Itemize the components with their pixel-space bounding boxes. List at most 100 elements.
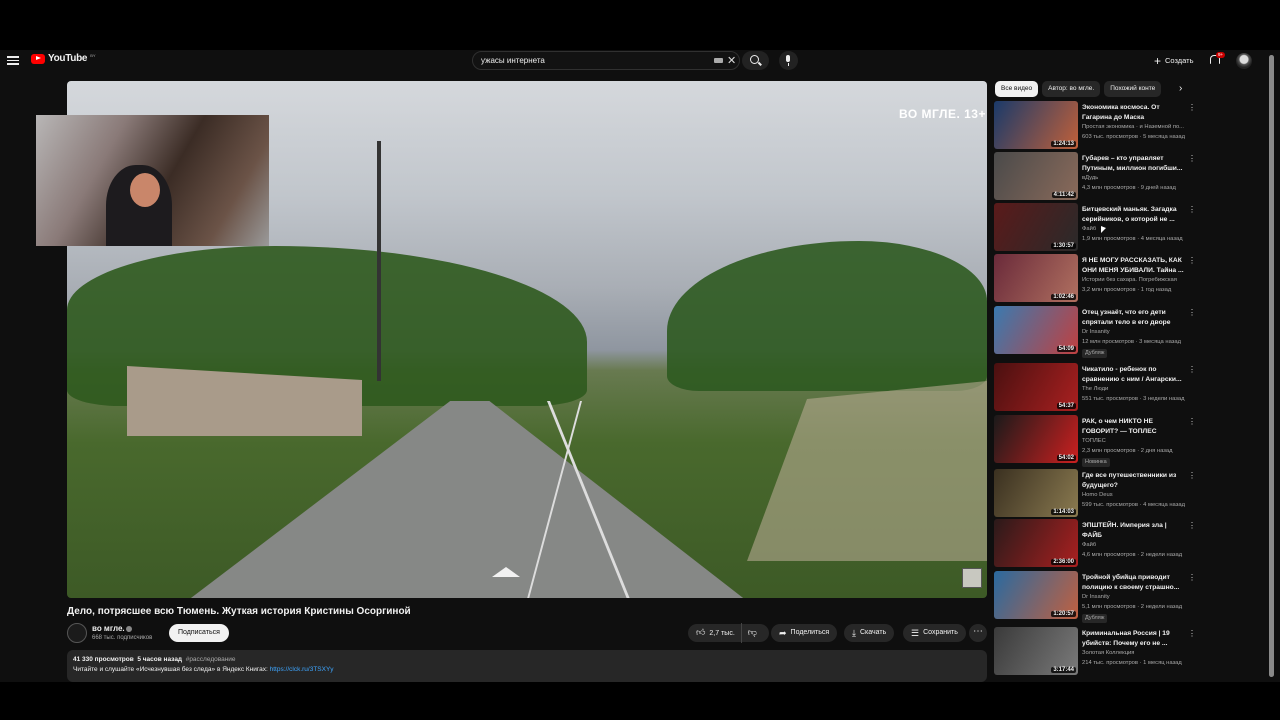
video-title[interactable]: Где все путешественники из будущего? <box>1082 471 1186 491</box>
channel-name[interactable]: Истории без сахара. Погребижская <box>1082 277 1192 283</box>
duration-badge: 2:36:00 <box>1051 559 1076 565</box>
channel-branding-icon[interactable] <box>962 568 982 588</box>
video-thumbnail[interactable]: 3:17:44 <box>994 627 1078 675</box>
video-thumbnail[interactable]: 1:02:46 <box>994 254 1078 302</box>
scrollbar-thumb[interactable] <box>1269 55 1274 677</box>
more-actions-icon[interactable]: ⋯ <box>969 624 987 642</box>
like-button[interactable]: 👍︎ 2,7 тыс. <box>688 623 742 643</box>
like-count: 2,7 тыс. <box>709 630 735 637</box>
channel-name[interactable]: вДудь <box>1082 175 1192 181</box>
channel-name[interactable]: Dr Insanity <box>1082 594 1192 600</box>
recommended-video[interactable]: 1:20:57 Тройной убийца приводит полицию к… <box>994 571 1199 623</box>
recommended-video[interactable]: 2:36:00 ЭПШТЕЙН. Империя зла | ФАЙБ Файб 4,… <box>994 519 1199 567</box>
video-title[interactable]: Криминальная Россия | 19 убийств: Почему… <box>1082 629 1186 649</box>
download-button[interactable]: ⤓ Скачать <box>844 624 895 642</box>
video-thumbnail[interactable]: 1:20:57 <box>994 571 1078 619</box>
chip-similar[interactable]: Похожий конте <box>1104 81 1162 97</box>
video-title[interactable]: Я НЕ МОГУ РАССКАЗАТЬ, КАК ОНИ МЕНЯ УБИВА… <box>1082 256 1186 276</box>
account-avatar[interactable] <box>1236 53 1252 69</box>
description-link[interactable]: https://clck.ru/3TSXYy <box>270 666 334 673</box>
subscribe-button[interactable]: Подписаться <box>169 624 229 642</box>
create-button[interactable]: + Создать <box>1148 52 1200 69</box>
channel-name[interactable]: ТОПЛЕС <box>1082 438 1192 444</box>
recommended-video[interactable]: 1:30:57 Битцевский маньяк. Загадка серийн… <box>994 203 1199 251</box>
kebab-menu-icon[interactable]: ⋮ <box>1188 205 1196 214</box>
video-stats: 1,9 млн просмотров · 4 месяца назад <box>1082 236 1183 242</box>
video-title[interactable]: Тройной убийца приводит полицию к своему… <box>1082 573 1186 593</box>
video-stats: 5,1 млн просмотров · 2 недели назад <box>1082 604 1183 610</box>
channel-name[interactable]: Файб <box>1082 542 1192 548</box>
kebab-menu-icon[interactable]: ⋮ <box>1188 365 1196 374</box>
duration-badge: 1:30:57 <box>1051 243 1076 249</box>
thumbs-up-icon: 👍︎ <box>696 627 706 637</box>
video-badge: Новинка <box>1082 458 1110 467</box>
keyboard-icon[interactable] <box>714 58 723 63</box>
video-thumbnail[interactable]: 54:02 <box>994 415 1078 463</box>
kebab-menu-icon[interactable]: ⋮ <box>1188 521 1196 530</box>
notifications-button[interactable]: 9+ <box>1209 52 1226 66</box>
recommended-video[interactable]: 4:11:42 Губарев – кто управляет Путиным, … <box>994 152 1199 200</box>
recommended-video[interactable]: 54:09 Отец узнаёт, что его дети спрятали … <box>994 306 1199 358</box>
video-thumbnail[interactable]: 54:09 <box>994 306 1078 354</box>
video-title[interactable]: РАК, о чем НИКТО НЕ ГОВОРИТ? — ТОПЛЕС <box>1082 417 1186 437</box>
video-thumbnail[interactable]: 1:14:03 <box>994 469 1078 517</box>
clear-search-icon[interactable]: ✕ <box>727 54 736 67</box>
voice-search-button[interactable] <box>779 51 798 70</box>
recommended-video[interactable]: 1:02:46 Я НЕ МОГУ РАССКАЗАТЬ, КАК ОНИ МЕН… <box>994 254 1199 302</box>
video-title[interactable]: ЭПШТЕЙН. Империя зла | ФАЙБ <box>1082 521 1186 541</box>
chevron-right-icon[interactable]: › <box>1179 83 1182 94</box>
chip-all-videos[interactable]: Все видео <box>995 81 1039 97</box>
chip-author[interactable]: Автор: во мгле. <box>1042 81 1101 97</box>
channel-name[interactable]: Dr Insanity <box>1082 329 1192 335</box>
recommended-video[interactable]: 3:17:44 Криминальная Россия | 19 убийств:… <box>994 627 1199 675</box>
menu-icon[interactable] <box>7 54 19 66</box>
video-thumbnail[interactable]: 4:11:42 <box>994 152 1078 200</box>
save-button[interactable]: ☰ Сохранить <box>903 624 966 642</box>
search-button[interactable] <box>742 51 769 70</box>
create-label: Создать <box>1165 56 1194 65</box>
kebab-menu-icon[interactable]: ⋮ <box>1188 417 1196 426</box>
channel-name[interactable]: Файб <box>1082 226 1192 232</box>
video-title[interactable]: Битцевский маньяк. Загадка серийников, о… <box>1082 205 1186 225</box>
video-thumbnail[interactable]: 1:24:13 <box>994 101 1078 149</box>
kebab-menu-icon[interactable]: ⋮ <box>1188 629 1196 638</box>
video-thumbnail[interactable]: 2:36:00 <box>994 519 1078 567</box>
youtube-logo[interactable]: YouTube BY <box>31 53 96 64</box>
share-button[interactable]: ➦ Поделиться <box>771 624 838 642</box>
search-input[interactable] <box>481 54 701 67</box>
channel-name[interactable]: The Люди <box>1082 386 1192 392</box>
kebab-menu-icon[interactable]: ⋮ <box>1188 471 1196 480</box>
plus-icon: + <box>1154 53 1162 68</box>
recommended-video[interactable]: 1:24:13 Экономика космоса. От Гагарина до… <box>994 101 1199 149</box>
channel-name[interactable]: во мгле. <box>92 624 125 633</box>
channel-name[interactable]: Homo Deus <box>1082 492 1192 498</box>
kebab-menu-icon[interactable]: ⋮ <box>1188 573 1196 582</box>
page-scrollbar[interactable] <box>1269 55 1274 677</box>
channel-name[interactable]: Простая экономика · и Наземной по... <box>1082 124 1192 130</box>
video-thumbnail[interactable]: 1:30:57 <box>994 203 1078 251</box>
description-box[interactable]: 41 330 просмотров 5 часов назад #расслед… <box>67 650 987 682</box>
kebab-menu-icon[interactable]: ⋮ <box>1188 103 1196 112</box>
video-title[interactable]: Чикатило - ребенок по сравнению с ним / … <box>1082 365 1186 385</box>
hashtag-link[interactable]: #расследование <box>186 656 236 663</box>
upload-age: 5 часов назад <box>137 656 183 663</box>
duration-badge: 1:20:57 <box>1051 611 1076 617</box>
kebab-menu-icon[interactable]: ⋮ <box>1188 256 1196 265</box>
kebab-menu-icon[interactable]: ⋮ <box>1188 154 1196 163</box>
video-stats: 551 тыс. просмотров · 3 недели назад <box>1082 396 1185 402</box>
dislike-button[interactable]: 👎︎ <box>742 623 769 643</box>
streetview-arrow-icon[interactable] <box>492 567 520 577</box>
recommended-video[interactable]: 54:37 Чикатило - ребенок по сравнению с н… <box>994 363 1199 411</box>
verified-icon <box>126 626 132 632</box>
video-stats: 603 тыс. просмотров · 5 месяца назад <box>1082 134 1185 140</box>
share-label: Поделиться <box>790 629 830 636</box>
kebab-menu-icon[interactable]: ⋮ <box>1188 308 1196 317</box>
video-title[interactable]: Отец узнаёт, что его дети спрятали тело … <box>1082 308 1186 328</box>
recommended-video[interactable]: 1:14:03 Где все путешественники из будуще… <box>994 469 1199 517</box>
channel-name[interactable]: Золотая Коллекция <box>1082 650 1192 656</box>
video-title[interactable]: Губарев – кто управляет Путиным, миллион… <box>1082 154 1186 174</box>
video-title[interactable]: Экономика космоса. От Гагарина до Маска <box>1082 103 1186 123</box>
recommended-video[interactable]: 54:02 РАК, о чем НИКТО НЕ ГОВОРИТ? — ТОПЛ… <box>994 415 1199 467</box>
video-thumbnail[interactable]: 54:37 <box>994 363 1078 411</box>
channel-avatar[interactable] <box>67 623 87 643</box>
